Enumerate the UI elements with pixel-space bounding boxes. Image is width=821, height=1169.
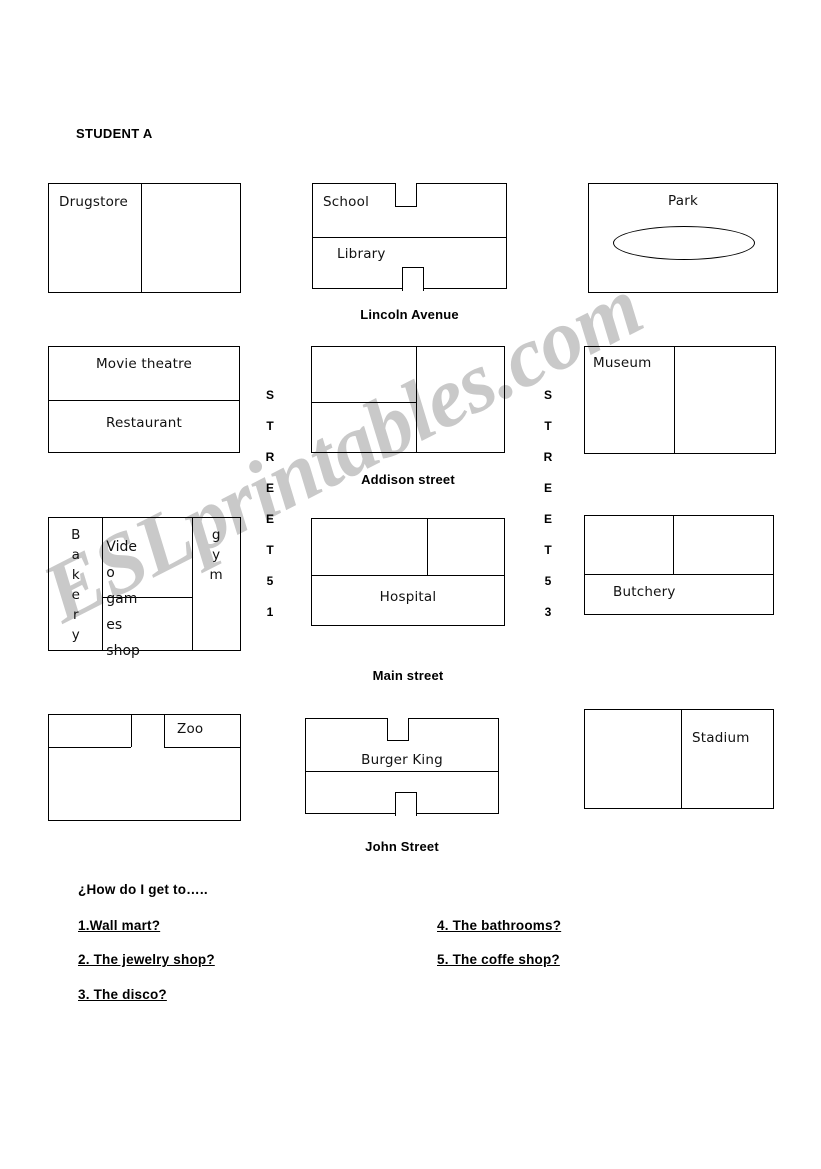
street-53-char: E <box>543 481 552 495</box>
block-divider <box>680 710 682 808</box>
question-item-1[interactable]: 1.Wall mart? <box>78 918 160 933</box>
block-divider <box>312 575 504 576</box>
street-53-char: 3 <box>544 605 552 619</box>
map-block-stadium: Stadium <box>584 709 774 809</box>
bakery-letter: r <box>72 607 79 623</box>
block-label-butchery: Butchery <box>613 584 676 600</box>
door-library <box>402 267 424 291</box>
question-item-3[interactable]: 3. The disco? <box>78 987 167 1002</box>
page-title: STUDENT A <box>76 126 153 141</box>
street-label-john-street: John Street <box>365 839 439 854</box>
video-games-line: gam <box>106 591 138 607</box>
block-divider <box>163 715 165 747</box>
street-51-char: T <box>266 419 274 433</box>
question-item-5[interactable]: 5. The coffe shop? <box>437 952 560 967</box>
street-label-53-vertical: S T R E E T 5 3 <box>536 380 560 628</box>
bakery-letter: B <box>71 527 81 543</box>
map-block-bakery-video-gym: B a k e r y Vide o gam es shop g y m <box>48 517 241 659</box>
door-burger-king-top <box>387 718 409 741</box>
block-divider <box>140 184 142 292</box>
bakery-letter: e <box>71 587 80 603</box>
street-51-char: S <box>265 388 274 402</box>
block-divider <box>102 518 104 650</box>
map-block-burger-king: Burger King <box>305 718 499 816</box>
block-label-drugstore: Drugstore <box>59 194 129 210</box>
street-53-char: T <box>544 543 552 557</box>
video-games-line: shop <box>106 643 140 659</box>
street-53-char: 5 <box>544 574 552 588</box>
map-block-movie-restaurant: Movie theatre Restaurant <box>48 346 240 453</box>
street-label-lincoln-avenue: Lincoln Avenue <box>360 307 459 322</box>
question-item-4[interactable]: 4. The bathrooms? <box>437 918 561 933</box>
block-label-stadium: Stadium <box>692 730 750 746</box>
street-53-char: S <box>543 388 552 402</box>
gym-letter: m <box>209 567 223 583</box>
street-53-char: R <box>543 450 553 464</box>
block-divider <box>131 715 133 747</box>
block-label-zoo: Zoo <box>177 721 204 737</box>
park-pond-shape <box>613 226 755 260</box>
block-label-park: Park <box>668 193 698 209</box>
street-label-51-vertical: S T R E E T 5 1 <box>258 380 282 628</box>
map-block-drugstore: Drugstore <box>48 183 241 293</box>
street-53-char: T <box>544 419 552 433</box>
questions-prompt: ¿How do I get to….. <box>78 882 208 897</box>
block-divider <box>49 747 132 748</box>
block-label-hospital: Hospital <box>379 589 437 605</box>
map-block-school-library: School Library <box>312 183 507 291</box>
block-label-library: Library <box>337 246 386 262</box>
block-divider <box>673 516 675 574</box>
street-53-char: E <box>543 512 552 526</box>
map-block-butchery: Butchery <box>584 515 774 615</box>
bakery-letter: y <box>71 627 80 643</box>
bakery-letter: k <box>71 567 80 583</box>
street-51-char: R <box>265 450 275 464</box>
street-label-main-street: Main street <box>372 668 444 683</box>
street-51-char: E <box>265 481 274 495</box>
block-label-video-games-shop: Vide o gam es shop <box>106 534 190 664</box>
video-games-line: Vide <box>106 539 137 555</box>
block-label-museum: Museum <box>593 355 652 371</box>
gym-letter: g <box>211 527 221 543</box>
block-divider <box>415 347 417 452</box>
block-divider <box>674 347 676 453</box>
block-label-burger-king: Burger King <box>361 752 443 768</box>
video-games-line: o <box>106 565 115 581</box>
worksheet-page: ESLprintables.com STUDENT A Drugstore Sc… <box>0 0 821 1169</box>
bakery-letter: a <box>71 547 80 563</box>
gym-letter: y <box>212 547 221 563</box>
block-divider <box>427 519 429 575</box>
block-divider <box>585 574 773 575</box>
block-divider <box>163 747 240 748</box>
street-label-addison-street: Addison street <box>361 472 455 487</box>
block-label-bakery: B a k e r y <box>49 525 102 645</box>
block-divider <box>306 771 498 772</box>
street-51-char: T <box>266 543 274 557</box>
map-block-zoo: Zoo <box>48 714 241 821</box>
street-51-char: 5 <box>266 574 274 588</box>
video-games-line: es <box>106 617 123 633</box>
door-burger-king-bottom <box>395 792 417 816</box>
block-label-restaurant: Restaurant <box>106 415 182 431</box>
map-block-museum: Museum <box>584 346 776 454</box>
block-divider <box>312 402 416 403</box>
block-label-gym: g y m <box>192 525 240 585</box>
block-divider <box>313 237 506 238</box>
question-item-2[interactable]: 2. The jewelry shop? <box>78 952 215 967</box>
block-label-school: School <box>323 194 370 210</box>
street-51-char: 1 <box>266 605 274 619</box>
map-block-park: Park <box>588 183 778 293</box>
block-divider <box>49 400 239 401</box>
block-label-movie-theatre: Movie theatre <box>95 356 193 372</box>
street-51-char: E <box>265 512 274 526</box>
map-block-addison <box>311 346 505 453</box>
door-school <box>395 183 417 207</box>
map-block-hospital: Hospital <box>311 518 505 626</box>
worksheet-content: STUDENT A Drugstore School Library Park … <box>0 0 821 1169</box>
